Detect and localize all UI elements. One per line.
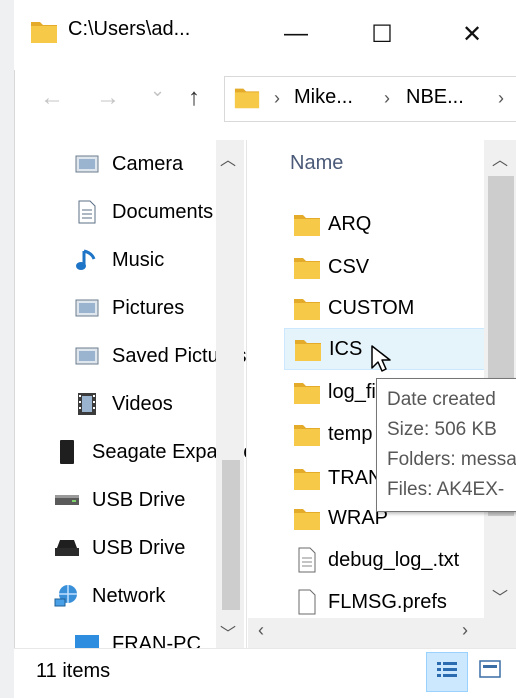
nav-item-label: USB Drive	[92, 488, 186, 511]
forward-button[interactable]: →	[96, 84, 120, 112]
scroll-down-arrow-icon[interactable]: ﹀	[220, 620, 236, 644]
nav-item-label: Videos	[112, 392, 173, 415]
nav-item-label: Camera	[112, 152, 184, 175]
scroll-left-arrow-icon[interactable]: ‹	[258, 620, 264, 641]
folder-icon	[292, 421, 322, 447]
file-name: CSV	[328, 255, 370, 278]
tooltip-folders: Folders: messages	[387, 449, 516, 470]
breadcrumb-item[interactable]: Mike...	[294, 86, 353, 109]
file-row-debug-log[interactable]: debug_log_.txt	[284, 540, 484, 580]
folder-icon	[30, 18, 58, 49]
breadcrumb-separator[interactable]: ›	[384, 88, 390, 109]
pane-divider[interactable]	[246, 140, 247, 648]
folder-icon	[292, 295, 322, 321]
large-icons-view-button[interactable]	[470, 652, 510, 690]
address-bar[interactable]	[224, 76, 516, 122]
documents-icon	[74, 199, 100, 225]
file-icon	[292, 589, 322, 615]
music-icon	[74, 247, 100, 273]
folder-icon	[292, 379, 322, 405]
item-count: 11 items	[36, 660, 111, 682]
tooltip-size: Size: 506 KB	[387, 419, 497, 440]
details-view-button[interactable]	[426, 652, 468, 692]
file-name: debug_log_.txt	[328, 548, 460, 571]
usb-drive-icon	[54, 487, 80, 513]
address-folder-icon	[234, 84, 260, 115]
folder-info-tooltip: Date created Size: 506 KB Folders: messa…	[376, 378, 516, 512]
saved-pictures-icon	[74, 343, 100, 369]
nav-item-label: Documents	[112, 200, 214, 223]
nav-item-label: Pictures	[112, 296, 185, 319]
file-row-arq[interactable]: ARQ	[284, 204, 484, 244]
breadcrumb-item[interactable]: NBE...	[406, 86, 464, 109]
folder-icon	[292, 505, 322, 531]
breadcrumb-separator[interactable]: ›	[498, 88, 504, 109]
folder-icon	[292, 465, 322, 491]
network-icon	[54, 583, 80, 609]
nav-item-label: FRAN-PC	[112, 632, 201, 649]
folder-icon	[292, 211, 322, 237]
file-name: FLMSG.prefs	[328, 590, 447, 613]
navigation-pane: Camera Documents Music Pictures Saved Pi…	[14, 140, 246, 648]
tooltip-files: Files: AK4EX-	[387, 479, 505, 500]
pictures-icon	[74, 295, 100, 321]
file-row-custom[interactable]: CUSTOM	[284, 288, 484, 328]
mouse-pointer-icon	[370, 344, 392, 379]
nav-item-label: Network	[92, 584, 166, 607]
maximize-button[interactable]: ☐	[356, 10, 408, 58]
nav-item-label: Music	[112, 248, 165, 271]
breadcrumb-separator[interactable]: ›	[274, 88, 280, 109]
background-window-edge	[0, 0, 15, 698]
videos-icon	[74, 391, 100, 417]
folder-icon	[293, 336, 323, 362]
file-name: ICS	[329, 337, 363, 360]
usb-drive-alt-icon	[54, 535, 80, 561]
window-title: C:\Users\ad...	[68, 18, 191, 40]
file-name: temp	[328, 422, 373, 445]
text-file-icon	[292, 547, 322, 573]
scroll-right-arrow-icon[interactable]: ›	[462, 620, 468, 641]
file-name: CUSTOM	[328, 296, 415, 319]
details-view-icon	[435, 659, 459, 686]
nav-item-label: USB Drive	[92, 536, 186, 559]
back-button[interactable]: ←	[40, 84, 64, 112]
scroll-up-arrow-icon[interactable]: ︿	[220, 146, 236, 170]
folder-icon	[292, 254, 322, 280]
scroll-up-arrow-icon[interactable]: ︿	[492, 146, 508, 170]
computer-icon	[74, 631, 100, 648]
file-row-csv[interactable]: CSV	[284, 247, 484, 287]
column-header-name[interactable]: Name	[290, 152, 343, 175]
scroll-down-arrow-icon[interactable]: ﹀	[492, 584, 508, 608]
horizontal-scrollbar[interactable]	[248, 618, 516, 648]
recent-locations-button[interactable]: ⌄	[150, 80, 165, 101]
tooltip-date-created: Date created	[387, 389, 496, 410]
camera-roll-icon	[74, 151, 100, 177]
external-drive-icon	[54, 439, 80, 465]
close-button[interactable]: ✕	[446, 10, 498, 58]
nav-pane-scrollbar-thumb[interactable]	[222, 460, 240, 610]
file-name: ARQ	[328, 212, 372, 235]
file-row-flmsg-prefs[interactable]: FLMSG.prefs	[284, 582, 484, 622]
up-button[interactable]: ↑	[188, 84, 200, 112]
minimize-button[interactable]: —	[270, 10, 322, 58]
large-icons-view-icon	[478, 659, 502, 684]
